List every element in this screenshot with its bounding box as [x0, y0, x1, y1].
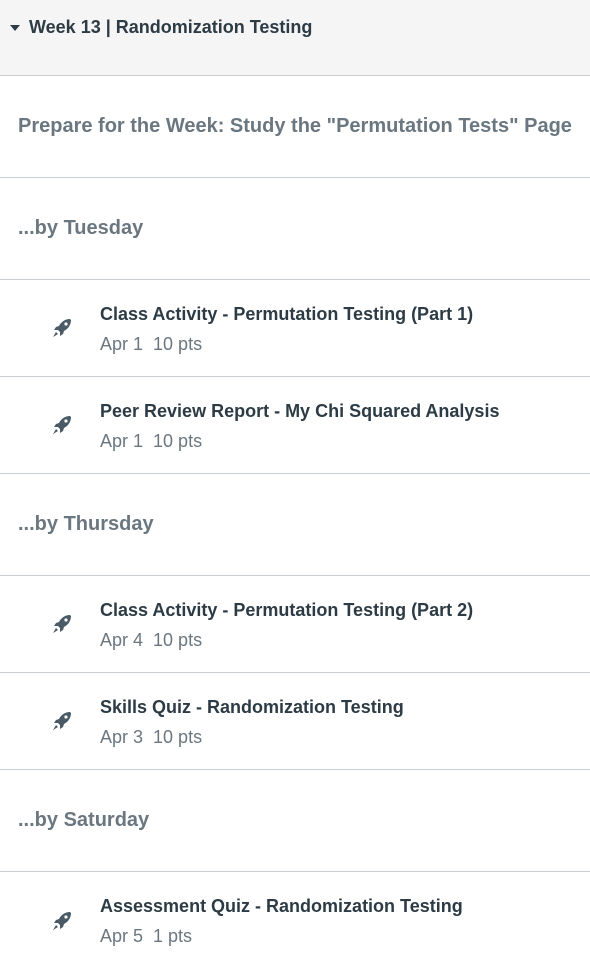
points: 1 pts [153, 926, 193, 946]
due-date: Apr 5 [100, 926, 144, 946]
rocket-icon [51, 710, 73, 732]
subheader-tuesday: ...by Tuesday [0, 178, 590, 280]
item-title-link[interactable]: Assessment Quiz - Randomization Testing [100, 896, 463, 917]
subheader-text: ...by Saturday [18, 809, 150, 831]
module-item[interactable]: Peer Review Report - My Chi Squared Anal… [0, 377, 590, 474]
subheader-saturday: ...by Saturday [0, 770, 590, 872]
module-item[interactable]: Class Activity - Permutation Testing (Pa… [0, 280, 590, 377]
item-meta: Apr 3 10 pts [100, 727, 404, 748]
due-date: Apr 1 [100, 334, 144, 354]
module-item[interactable]: Assessment Quiz - Randomization Testing … [0, 872, 590, 969]
module-title: Week 13 | Randomization Testing [29, 17, 313, 37]
rocket-icon [51, 414, 73, 436]
item-meta: Apr 4 10 pts [100, 630, 473, 651]
rocket-icon [51, 613, 73, 635]
rocket-icon [51, 910, 73, 932]
module-header[interactable]: Week 13 | Randomization Testing [0, 0, 590, 76]
rocket-icon [51, 317, 73, 339]
due-date: Apr 4 [100, 630, 144, 650]
due-date: Apr 1 [100, 431, 144, 451]
item-meta: Apr 5 1 pts [100, 926, 463, 947]
item-title-link[interactable]: Class Activity - Permutation Testing (Pa… [100, 304, 473, 325]
points: 10 pts [153, 630, 203, 650]
caret-down-icon[interactable] [9, 22, 21, 34]
item-meta: Apr 1 10 pts [100, 334, 473, 355]
item-title-link[interactable]: Skills Quiz - Randomization Testing [100, 697, 404, 718]
due-date: Apr 3 [100, 727, 144, 747]
subheader-thursday: ...by Thursday [0, 474, 590, 576]
subheader-prepare: Prepare for the Week: Study the "Permuta… [0, 76, 590, 178]
module-item[interactable]: Class Activity - Permutation Testing (Pa… [0, 576, 590, 673]
subheader-text: ...by Thursday [18, 513, 154, 535]
subheader-text: ...by Tuesday [18, 217, 144, 239]
item-meta: Apr 1 10 pts [100, 431, 499, 452]
subheader-text: Prepare for the Week: Study the "Permuta… [18, 115, 572, 137]
points: 10 pts [153, 727, 203, 747]
item-title-link[interactable]: Peer Review Report - My Chi Squared Anal… [100, 401, 499, 422]
points: 10 pts [153, 334, 203, 354]
module-item[interactable]: Skills Quiz - Randomization Testing Apr … [0, 673, 590, 770]
item-title-link[interactable]: Class Activity - Permutation Testing (Pa… [100, 600, 473, 621]
points: 10 pts [153, 431, 203, 451]
